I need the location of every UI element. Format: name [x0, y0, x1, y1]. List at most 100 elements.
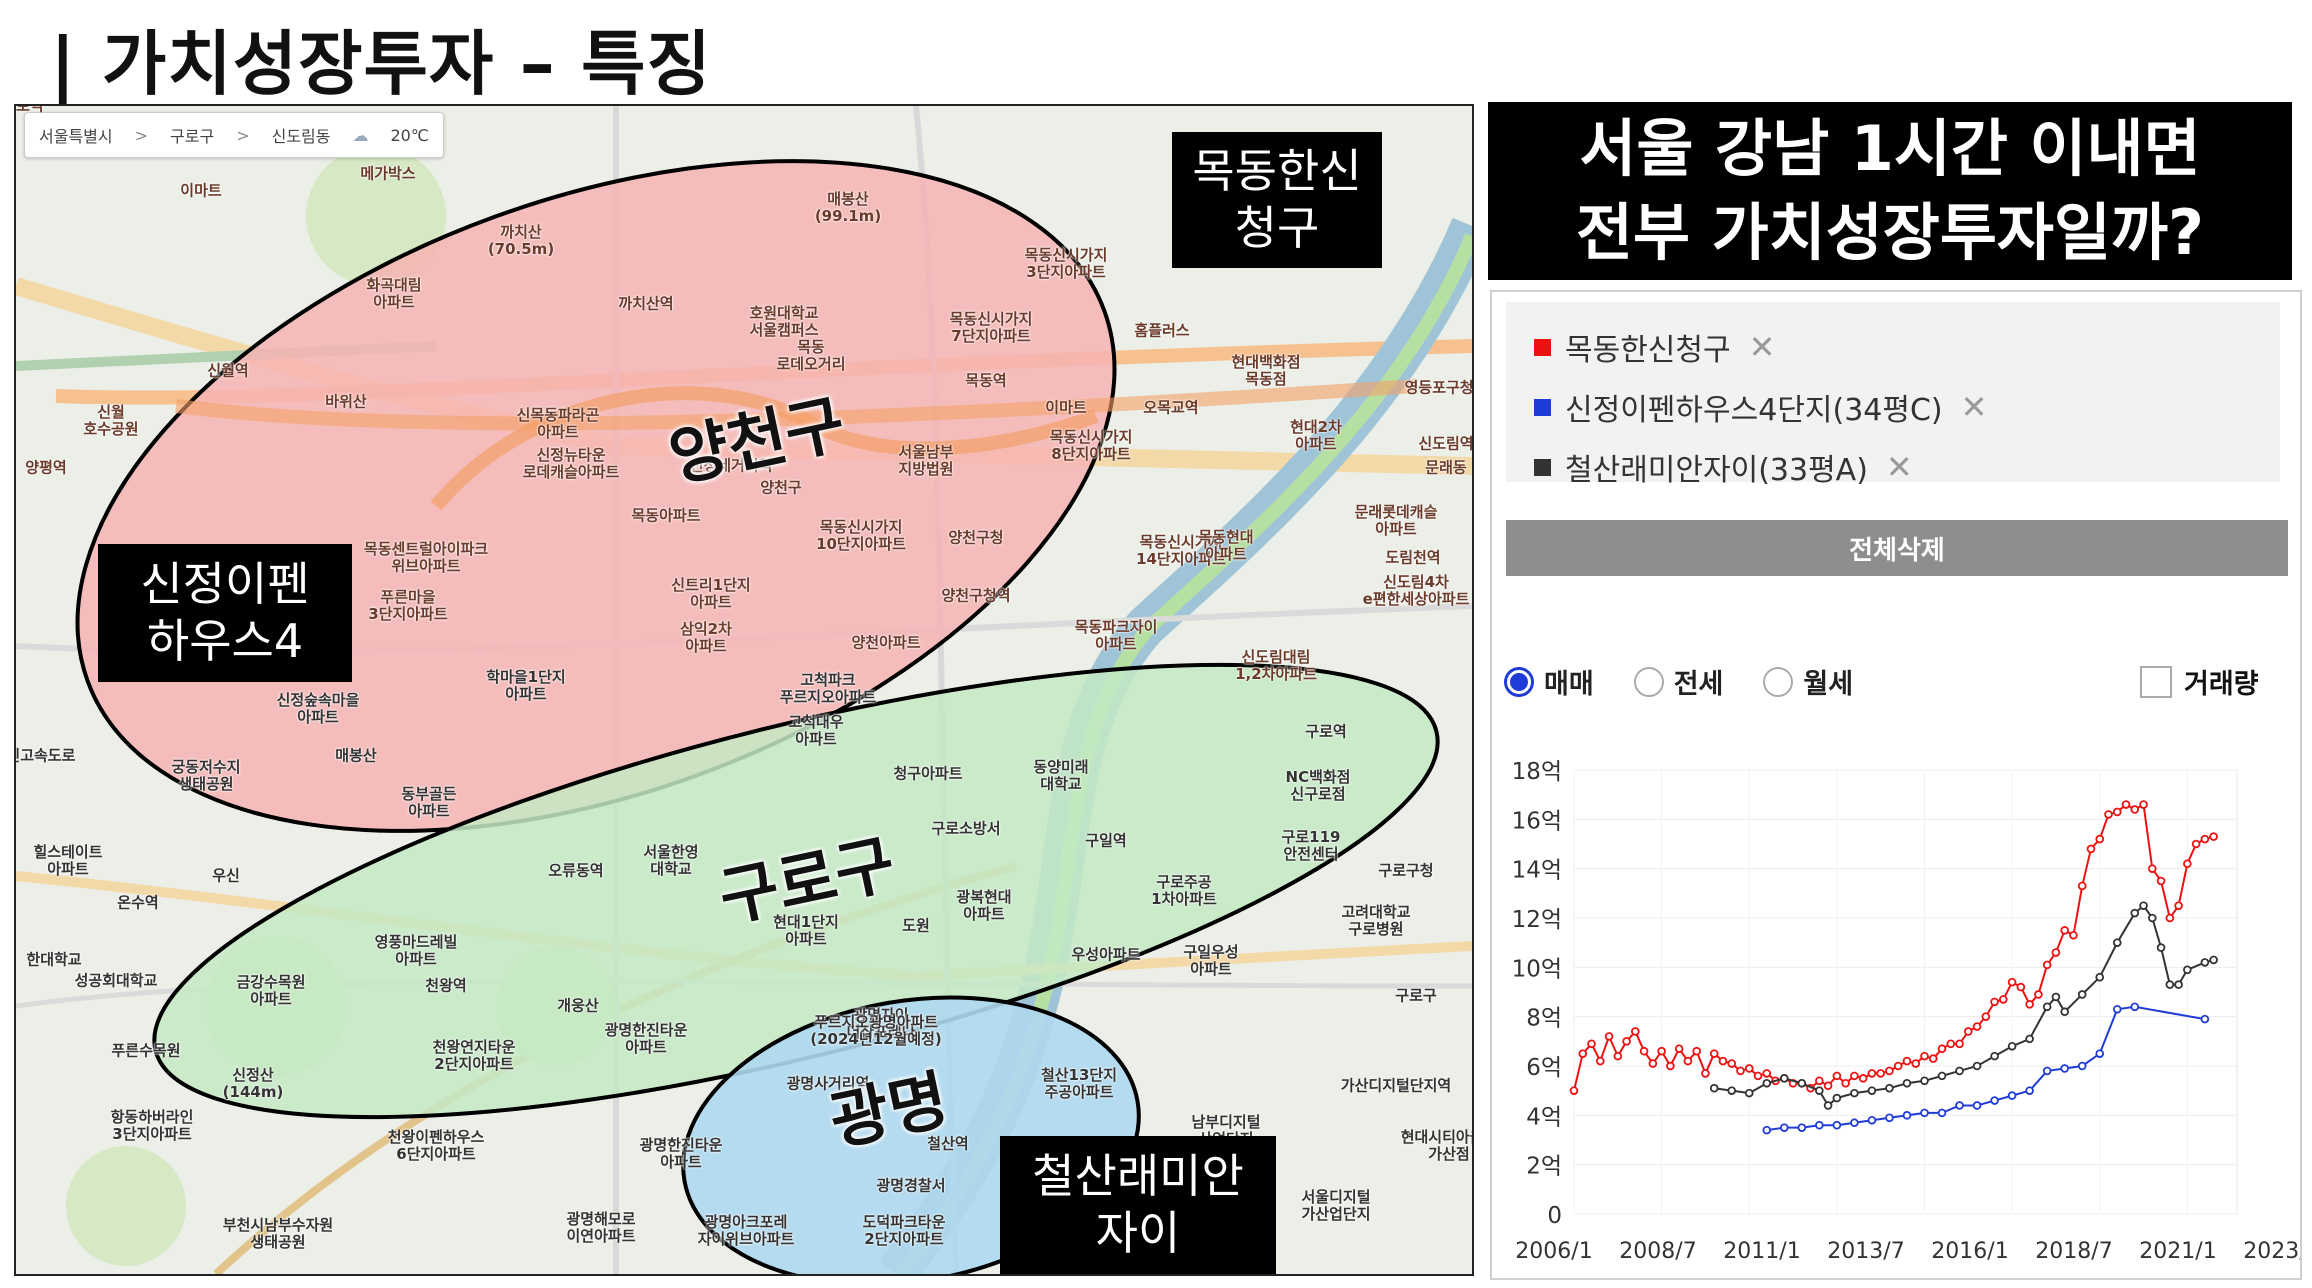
map-poi-label: 청구아파트	[893, 765, 962, 782]
map-poi-text: 구일역	[1085, 831, 1127, 850]
map-poi-label: 신도림대림 1,2차아파트	[1235, 648, 1317, 684]
map-view[interactable]: 서울특별시 > 구로구 > 신도림동 ☁ 20℃ 이마트 메가박스 까치산 (70.5…	[14, 104, 1474, 1276]
map-poi-text: 온수역	[117, 893, 159, 912]
map-poi-text: 이마트	[180, 181, 222, 200]
data-point	[2191, 839, 2201, 849]
radio-selected-icon[interactable]	[1504, 666, 1534, 697]
data-point	[1709, 1049, 1719, 1058]
map-poi-text: 천왕연지타운	[432, 1037, 516, 1056]
black-square-icon	[1534, 458, 1551, 476]
data-point	[1823, 1101, 1833, 1110]
volume-checkbox[interactable]	[2140, 665, 2172, 698]
map-poi-text: 청구아파트	[893, 764, 963, 783]
map-poi-label: 도림천역	[1385, 549, 1440, 566]
radio-sale[interactable]: 매매	[1504, 662, 1594, 701]
radio-monthly-rent[interactable]: 월세	[1763, 662, 1853, 701]
map-poi-label: 신월역	[207, 362, 248, 379]
delete-all-button[interactable]: 전체삭제	[1506, 520, 2288, 576]
data-point	[2042, 960, 2052, 970]
breadcrumb-dong[interactable]: 신도림동	[272, 123, 331, 147]
map-poi-label: 궁동저수지 생태공원	[171, 757, 241, 794]
map-poi-text: 현대2차	[1290, 417, 1342, 436]
map-poi-label: 매봉산	[335, 747, 376, 764]
y-tick-label: 12억	[1512, 907, 1562, 933]
data-point	[2121, 800, 2131, 809]
map-poi-label: 한대학교	[26, 951, 81, 968]
data-point	[1753, 1071, 1763, 1081]
data-point	[1999, 995, 2008, 1004]
data-point	[2034, 990, 2043, 999]
map-poi-text: 남구로역	[15, 104, 44, 115]
map-poi-text: 목동역	[965, 371, 1007, 390]
map-poi-label: 신정숲속마을 아파트	[277, 691, 360, 727]
map-poi-label: 바위산	[325, 393, 366, 410]
data-point	[2200, 1014, 2210, 1024]
map-poi-text: 학마을1단지	[486, 667, 566, 686]
map-breadcrumb[interactable]: 서울특별시 > 구로구 > 신도림동 ☁ 20℃	[24, 112, 444, 158]
callout-line: 하우스4	[146, 614, 304, 668]
map-poi-text: 궁동저수지	[171, 757, 241, 776]
map-poi-text: 까치산	[500, 222, 542, 241]
remove-x-icon[interactable]: ✕	[1886, 448, 1913, 486]
map-poi-text: 신도림4차	[1383, 572, 1449, 591]
map-poi-label: 구로119 안전센터	[1281, 827, 1341, 864]
data-point	[1815, 1120, 1824, 1130]
data-point	[1666, 1061, 1675, 1071]
map-poi-text: 영풍마드레빌	[374, 932, 458, 951]
data-point	[1893, 1061, 1903, 1071]
breadcrumb-district[interactable]: 구로구	[170, 123, 214, 147]
map-poi-text: 고려대학교	[1341, 902, 1411, 921]
map-poi-label: 호원대학교 서울캠퍼스	[749, 304, 818, 340]
map-poi-label: 광복현대 아파트	[956, 888, 1011, 924]
data-point	[1727, 1086, 1737, 1095]
volume-toggle[interactable]: 거래량	[2140, 662, 2259, 701]
remove-x-icon[interactable]: ✕	[1749, 328, 1776, 366]
data-point	[1622, 1037, 1631, 1046]
data-point	[1832, 1120, 1842, 1130]
data-point	[1972, 1022, 1982, 1031]
data-point	[1920, 1051, 1929, 1061]
y-tick-label: 16억	[1512, 808, 1562, 834]
callout-mokdong-hanshin: 목동한신 청구	[1172, 132, 1382, 268]
question-banner: 서울 강남 1시간 이내면 전부 가치성장투자일까?	[1488, 102, 2292, 280]
map-poi-text: 문래롯데캐슬	[1354, 502, 1438, 521]
y-tick-label: 18억	[1512, 759, 1562, 785]
callout-line: 목동한신	[1192, 143, 1362, 198]
map-poi-label: 이마트	[1045, 399, 1086, 416]
map-poi-text: 천왕이펜하우스	[387, 1127, 485, 1146]
data-point	[2174, 980, 2183, 989]
map-poi-text: 구로119	[1281, 827, 1341, 846]
map-poi-label: 신목동파라곤 아파트	[517, 406, 600, 442]
volume-label: 거래량	[2184, 669, 2259, 700]
map-poi-text: 신트리1단지	[671, 575, 751, 594]
data-point	[1744, 1064, 1754, 1073]
data-point	[2200, 834, 2210, 844]
data-point	[2042, 1066, 2052, 1076]
map-poi-text: 광명해모로	[566, 1209, 636, 1228]
map-poi-text: 신월	[97, 402, 125, 421]
weather-temp: 20℃	[390, 125, 429, 145]
radio-jeonse[interactable]: 전세	[1633, 662, 1723, 701]
remove-x-icon[interactable]: ✕	[1961, 388, 1988, 426]
map-poi-text: 목동파크자이	[1074, 617, 1158, 636]
map-poi-label: 고척파크 푸르지오아파트	[780, 671, 877, 707]
radio-icon[interactable]	[1633, 666, 1664, 697]
map-poi-text: 7단지아파트	[951, 327, 1031, 345]
map-poi-text: 목동점	[1245, 370, 1287, 388]
map-poi-text: 광명한진타운	[604, 1020, 688, 1039]
callout-sinjeong-ipen: 신정이펜 하우스4	[98, 544, 352, 682]
map-poi-label: 힐스테이트 아파트	[33, 843, 102, 879]
map-poi-text: 이연아파트	[566, 1227, 636, 1245]
data-point	[1867, 1086, 1877, 1095]
chevron-right-icon: >	[134, 125, 149, 145]
price-line-chart: 0 2억 4억 6억 8억 10억 12억 14억 16억 18억 2006/1 2008/7 2011…	[1512, 759, 2300, 1264]
data-point	[1885, 1066, 1894, 1076]
map-poi-text: 신구로점	[1290, 785, 1346, 803]
breadcrumb-city[interactable]: 서울특별시	[39, 123, 113, 147]
map-poi-label: 신도림4차 e편한세상아파트	[1363, 572, 1470, 609]
map-poi-text: 목동	[797, 337, 825, 356]
map-poi-label: 오류동역	[548, 862, 603, 879]
radio-icon[interactable]	[1763, 666, 1794, 697]
map-poi-text: (70.5m)	[487, 240, 555, 258]
data-point	[2086, 844, 2096, 854]
